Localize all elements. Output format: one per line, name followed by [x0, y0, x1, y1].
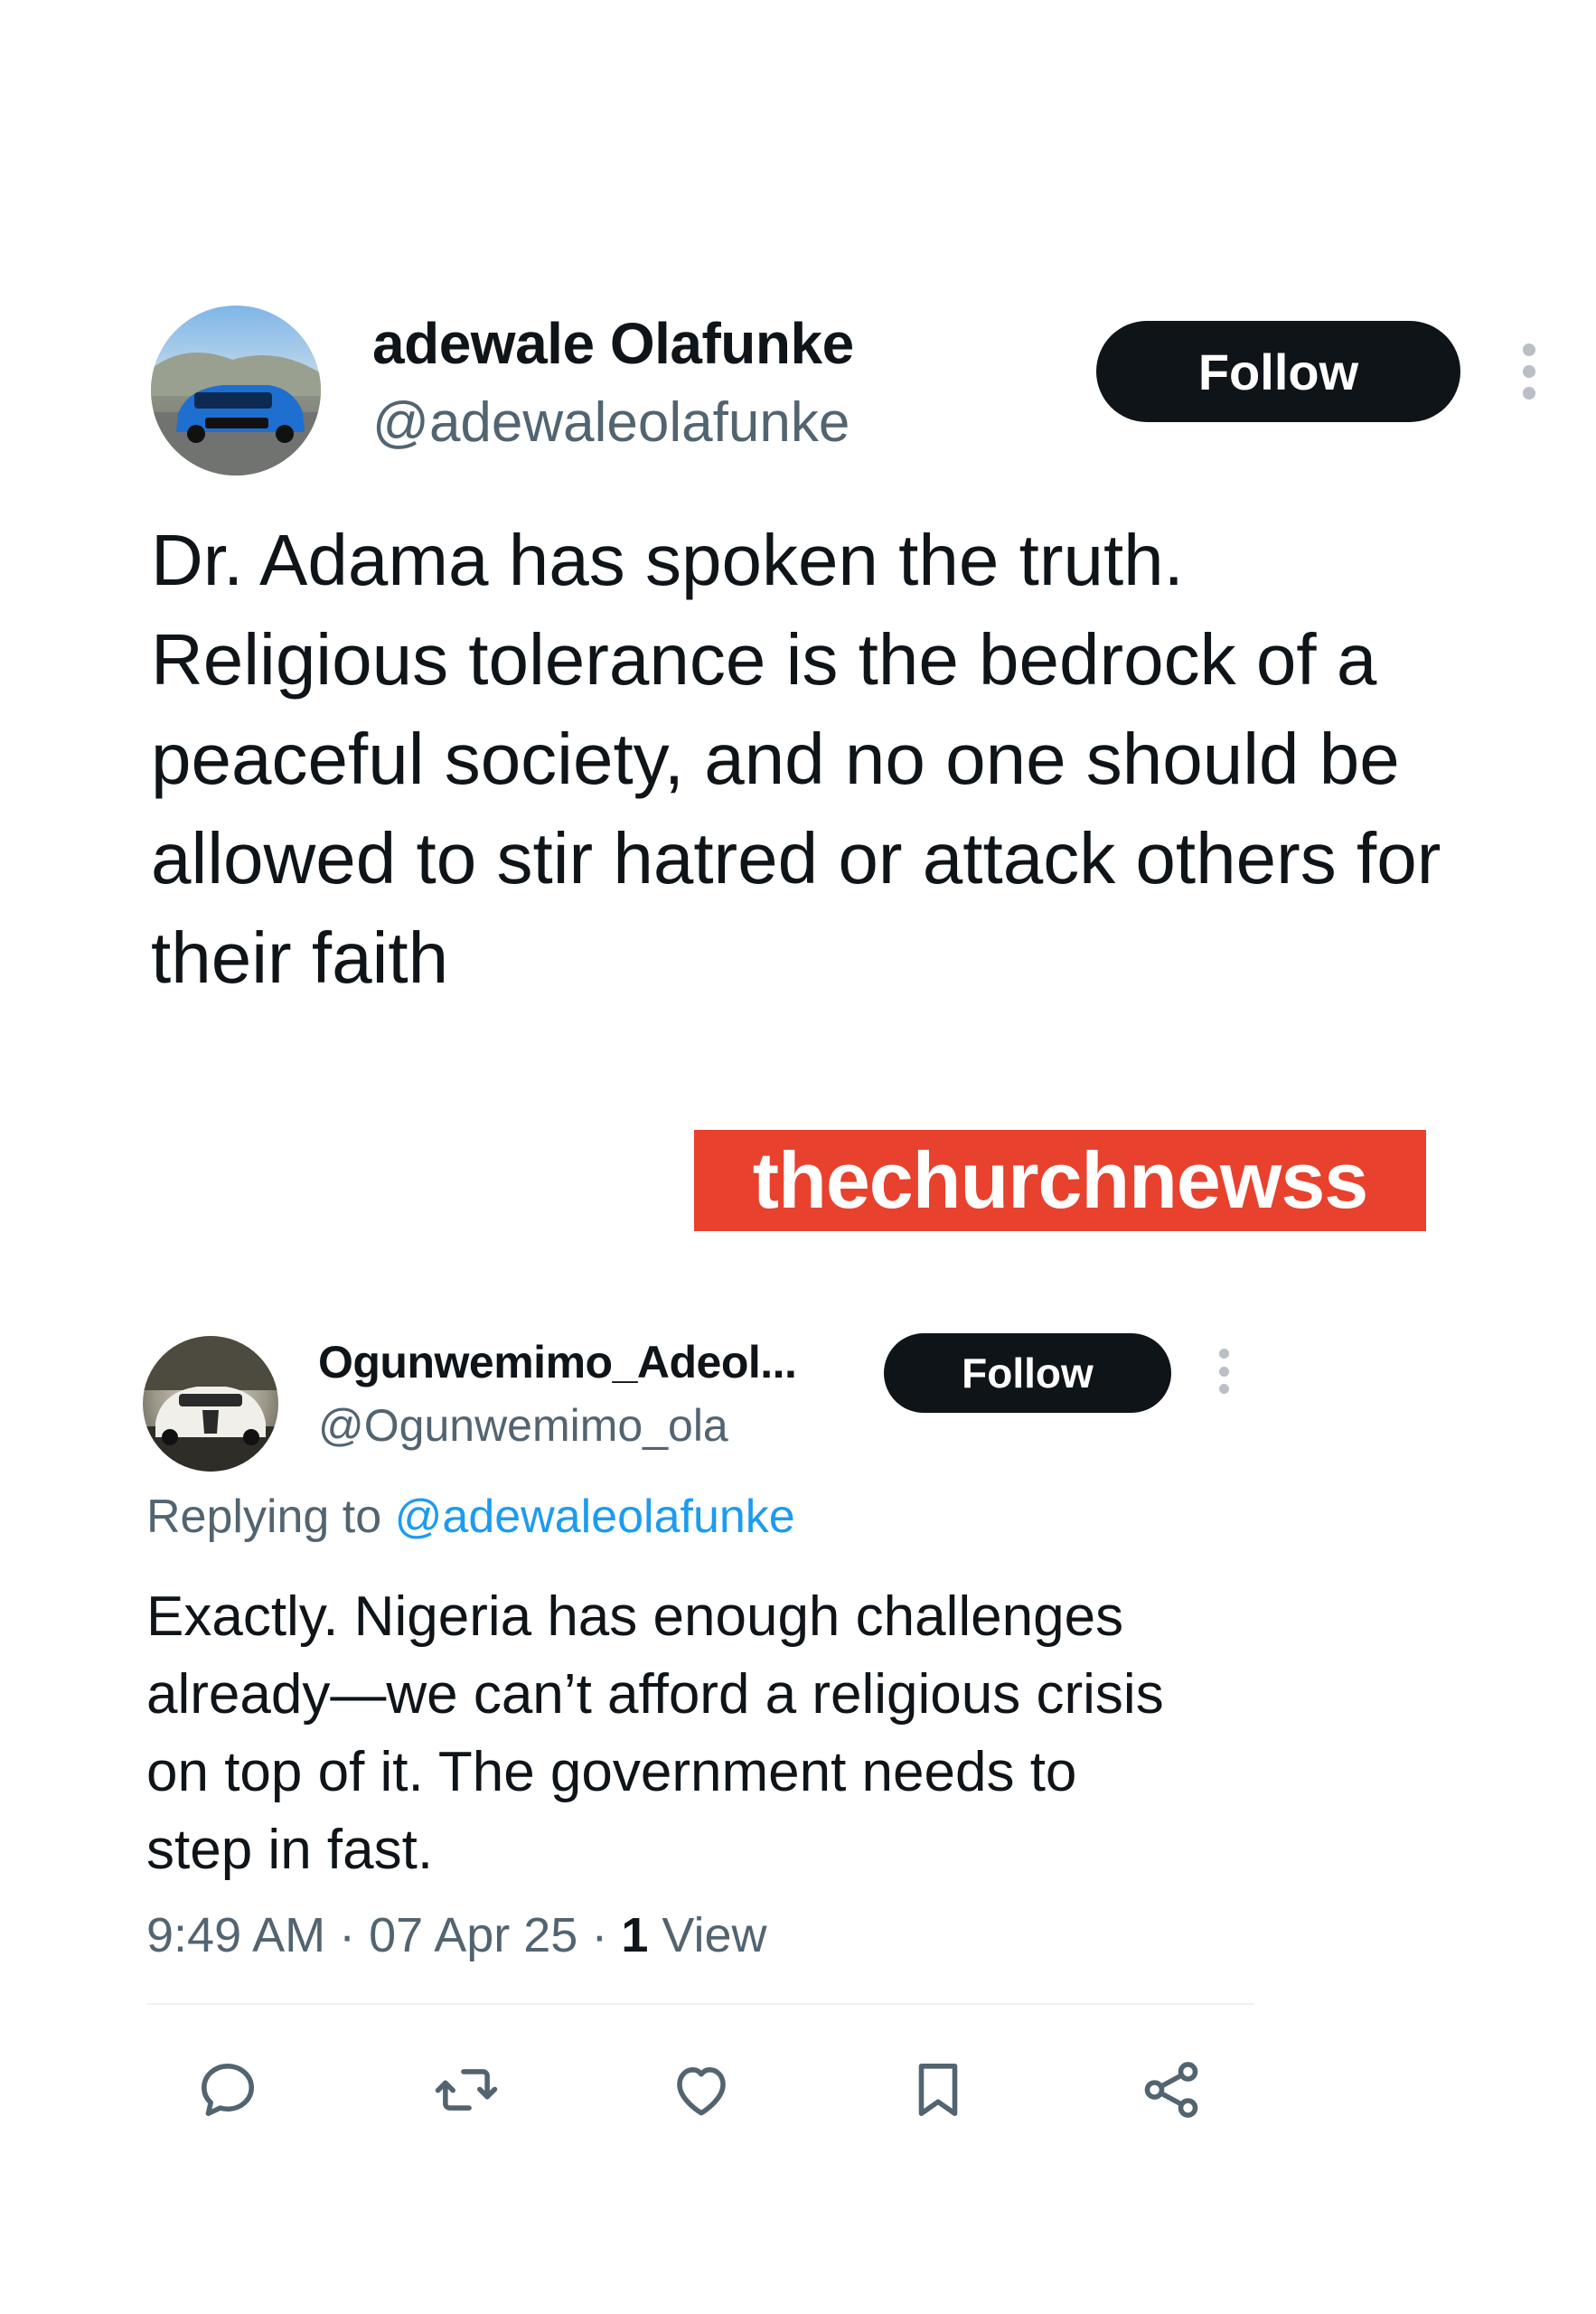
replying-to: Replying to @adewaleolafunke	[146, 1490, 795, 1544]
tweet-meta: 9:49 AM · 07 Apr 25 · 1 View	[146, 1907, 766, 1963]
tweet-text-line: peaceful society, and no one should be	[151, 719, 1400, 799]
like-icon	[677, 2067, 726, 2116]
author-name[interactable]: adewale Olafunke	[372, 310, 854, 377]
replying-handle-link[interactable]: @adewaleolafunke	[395, 1491, 795, 1543]
views-count: 1	[621, 1908, 649, 1962]
retweet-icon	[435, 2069, 498, 2111]
reply-text-line: step in fast.	[146, 1819, 434, 1881]
tweet-date[interactable]: 07 Apr 25	[369, 1908, 577, 1962]
reply-author-handle[interactable]: @Ogunwemimo_ola	[318, 1399, 728, 1452]
divider	[146, 2003, 1254, 2005]
bookmark-button[interactable]	[902, 2054, 974, 2126]
reply-text-line: Exactly. Nigeria has enough challenges	[146, 1585, 1124, 1648]
reply-more-options-icon[interactable]	[1215, 1349, 1233, 1394]
like-button[interactable]	[665, 2054, 737, 2126]
meta-separator: ·	[339, 1908, 356, 1962]
reply-icon	[202, 2064, 254, 2116]
tweet-time[interactable]: 9:49 AM	[146, 1908, 325, 1962]
views-label: View	[662, 1908, 767, 1962]
watermark: thechurchnewss	[694, 1130, 1426, 1231]
follow-button[interactable]: Follow	[1096, 321, 1460, 422]
bookmark-icon	[918, 2064, 958, 2116]
car-photo	[151, 353, 321, 475]
avatar[interactable]	[151, 306, 321, 475]
reply-button[interactable]	[192, 2054, 264, 2126]
reply-text: Exactly. Nigeria has enough challenges a…	[146, 1578, 1164, 1889]
share-button[interactable]	[1135, 2054, 1207, 2126]
more-options-icon[interactable]	[1518, 343, 1540, 400]
tweet-text: Dr. Adama has spoken the truth. Religiou…	[151, 511, 1579, 1008]
tweet-text-line: Religious tolerance is the bedrock of a	[151, 619, 1377, 700]
car-photo	[143, 1336, 278, 1472]
reply-avatar[interactable]	[143, 1336, 278, 1472]
reply-text-line: already—we can’t afford a religious cris…	[146, 1663, 1164, 1726]
tweet-text-line: their faith	[151, 917, 449, 998]
replying-prefix: Replying to	[146, 1491, 382, 1543]
author-handle[interactable]: @adewaleolafunke	[372, 390, 850, 455]
reply-follow-button[interactable]: Follow	[884, 1333, 1171, 1413]
tweet-text-line: Dr. Adama has spoken the truth.	[151, 520, 1184, 600]
retweet-button[interactable]	[430, 2054, 502, 2126]
share-icon	[1144, 2062, 1198, 2118]
reply-author-name[interactable]: Ogunwemimo_Adeol...	[318, 1336, 797, 1388]
reply-text-line: on top of it. The government needs to	[146, 1741, 1077, 1803]
meta-separator: ·	[591, 1908, 608, 1962]
tweet-text-line: allowed to stir hatred or attack others …	[151, 818, 1441, 898]
